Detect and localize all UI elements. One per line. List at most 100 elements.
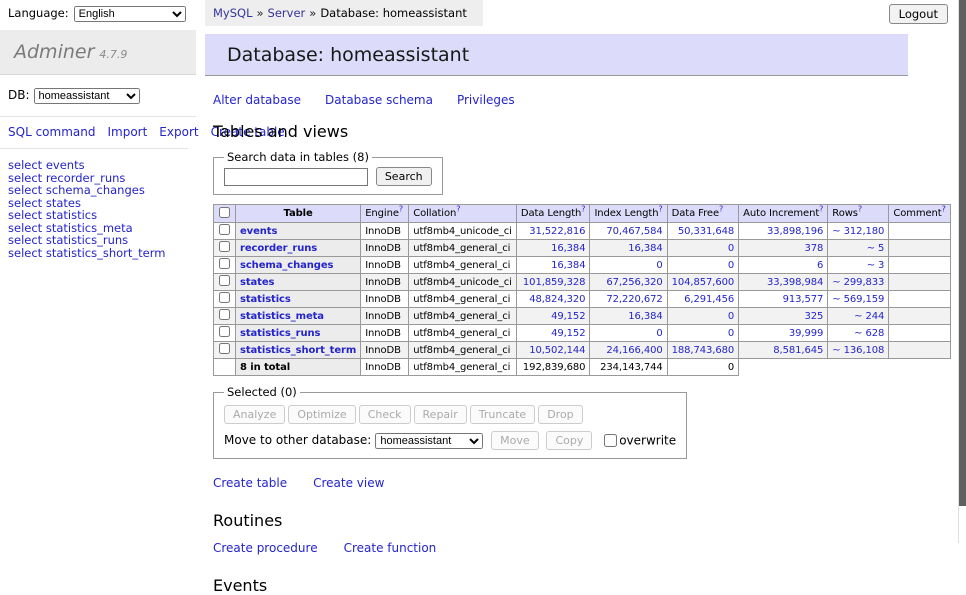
index-length-link[interactable]: 16,384 bbox=[628, 311, 662, 322]
data-length-link[interactable]: 10,502,144 bbox=[529, 345, 585, 356]
move-database-select[interactable]: homeassistant bbox=[375, 433, 483, 449]
create-view-link[interactable]: Create view bbox=[313, 476, 384, 490]
rows-link[interactable]: ~ 136,108 bbox=[832, 345, 884, 356]
import-link[interactable]: Import bbox=[107, 125, 147, 139]
row-checkbox[interactable] bbox=[219, 292, 230, 303]
help-icon[interactable]: ? bbox=[819, 205, 823, 214]
bulk-action-button[interactable]: Repair bbox=[414, 405, 467, 424]
table-name-link[interactable]: schema_changes bbox=[240, 260, 333, 271]
copy-button[interactable]: Copy bbox=[546, 431, 592, 450]
rows-link[interactable]: ~ 312,180 bbox=[832, 226, 884, 237]
auto-increment-link[interactable]: 33,898,196 bbox=[767, 226, 823, 237]
help-icon[interactable]: ? bbox=[719, 205, 723, 214]
auto-increment-link[interactable]: 325 bbox=[805, 311, 824, 322]
rows-link[interactable]: ~ 5 bbox=[867, 243, 885, 254]
data-free-link[interactable]: 0 bbox=[728, 328, 734, 339]
search-input[interactable] bbox=[224, 168, 368, 186]
bulk-action-button[interactable]: Drop bbox=[538, 405, 582, 424]
bulk-action-button[interactable]: Check bbox=[359, 405, 411, 424]
help-icon[interactable]: ? bbox=[858, 205, 862, 214]
data-length-link[interactable]: 16,384 bbox=[551, 243, 585, 254]
row-checkbox[interactable] bbox=[219, 241, 230, 252]
data-free-link[interactable]: 0 bbox=[728, 260, 734, 271]
auto-increment-link[interactable]: 8,581,645 bbox=[773, 345, 823, 356]
bulk-action-button[interactable]: Optimize bbox=[288, 405, 355, 424]
row-checkbox[interactable] bbox=[219, 326, 230, 337]
help-icon[interactable]: ? bbox=[456, 205, 460, 214]
row-checkbox[interactable] bbox=[219, 343, 230, 354]
language-select[interactable]: English bbox=[74, 6, 186, 22]
auto-increment-link[interactable]: 913,577 bbox=[783, 294, 824, 305]
create-function-link[interactable]: Create function bbox=[344, 541, 437, 555]
rows-link[interactable]: ~ 244 bbox=[854, 311, 884, 322]
row-checkbox[interactable] bbox=[219, 224, 230, 235]
table-name-link[interactable]: events bbox=[240, 226, 277, 237]
data-length-link[interactable]: 48,824,320 bbox=[529, 294, 585, 305]
data-length-link[interactable]: 31,522,816 bbox=[529, 226, 585, 237]
db-select[interactable]: homeassistant bbox=[34, 88, 140, 104]
rows-link[interactable]: ~ 569,159 bbox=[832, 294, 884, 305]
engine-cell: InnoDB bbox=[361, 223, 409, 240]
breadcrumb-server-link[interactable]: Server bbox=[268, 6, 306, 20]
index-length-link[interactable]: 16,384 bbox=[628, 243, 662, 254]
overwrite-checkbox[interactable] bbox=[604, 434, 617, 447]
data-free-link[interactable]: 0 bbox=[728, 243, 734, 254]
total-engine: InnoDB bbox=[361, 359, 409, 376]
data-length-link[interactable]: 101,859,328 bbox=[523, 277, 586, 288]
alter-database-link[interactable]: Alter database bbox=[213, 93, 301, 107]
table-name-link[interactable]: statistics bbox=[240, 294, 291, 305]
index-length-link[interactable]: 67,256,320 bbox=[606, 277, 662, 288]
logout-button[interactable]: Logout bbox=[889, 4, 948, 24]
data-free-link[interactable]: 104,857,600 bbox=[672, 277, 735, 288]
breadcrumb-mysql-link[interactable]: MySQL bbox=[213, 6, 253, 20]
help-icon[interactable]: ? bbox=[399, 205, 403, 214]
row-checkbox[interactable] bbox=[219, 275, 230, 286]
select-all-checkbox[interactable] bbox=[219, 207, 230, 218]
index-length-link[interactable]: 70,467,584 bbox=[606, 226, 662, 237]
database-schema-link[interactable]: Database schema bbox=[325, 93, 433, 107]
table-name-link[interactable]: statistics_short_term bbox=[240, 345, 356, 356]
table-name-link[interactable]: statistics_runs bbox=[240, 328, 320, 339]
index-length-link[interactable]: 72,220,672 bbox=[606, 294, 662, 305]
auto-increment-link[interactable]: 378 bbox=[805, 243, 824, 254]
engine-cell: InnoDB bbox=[361, 325, 409, 342]
table-name-link[interactable]: states bbox=[240, 277, 274, 288]
row-checkbox[interactable] bbox=[219, 258, 230, 269]
bulk-action-button[interactable]: Analyze bbox=[224, 405, 285, 424]
data-length-cell: 49,152 bbox=[516, 308, 590, 325]
auto-increment-link[interactable]: 6 bbox=[817, 260, 823, 271]
data-length-link[interactable]: 49,152 bbox=[551, 311, 585, 322]
app-version: 4.7.9 bbox=[99, 48, 127, 61]
move-button[interactable]: Move bbox=[491, 431, 539, 450]
create-table-link[interactable]: Create table bbox=[213, 476, 287, 490]
create-procedure-link[interactable]: Create procedure bbox=[213, 541, 318, 555]
data-free-link[interactable]: 50,331,648 bbox=[678, 226, 734, 237]
rows-link[interactable]: ~ 3 bbox=[867, 260, 885, 271]
table-row: recorder_runs InnoDB utf8mb4_general_ci … bbox=[214, 240, 951, 257]
bulk-action-button[interactable]: Truncate bbox=[470, 405, 535, 424]
sidebar-select-link[interactable]: select statistics_short_term bbox=[8, 246, 165, 260]
help-icon[interactable]: ? bbox=[581, 205, 585, 214]
search-button[interactable]: Search bbox=[376, 167, 432, 186]
help-icon[interactable]: ? bbox=[942, 205, 946, 214]
index-length-link[interactable]: 0 bbox=[656, 260, 662, 271]
auto-increment-link[interactable]: 39,999 bbox=[789, 328, 823, 339]
data-free-link[interactable]: 6,291,456 bbox=[684, 294, 734, 305]
data-length-link[interactable]: 49,152 bbox=[551, 328, 585, 339]
data-length-link[interactable]: 16,384 bbox=[551, 260, 585, 271]
index-length-link[interactable]: 24,166,400 bbox=[606, 345, 662, 356]
index-length-link[interactable]: 0 bbox=[656, 328, 662, 339]
export-link[interactable]: Export bbox=[159, 125, 198, 139]
privileges-link[interactable]: Privileges bbox=[457, 93, 515, 107]
table-name-link[interactable]: statistics_meta bbox=[240, 311, 324, 322]
rows-link[interactable]: ~ 628 bbox=[854, 328, 884, 339]
sql-command-link[interactable]: SQL command bbox=[8, 125, 95, 139]
rows-link[interactable]: ~ 299,833 bbox=[832, 277, 884, 288]
scrollbar-thumb[interactable] bbox=[959, 0, 966, 506]
data-free-link[interactable]: 0 bbox=[728, 311, 734, 322]
table-name-link[interactable]: recorder_runs bbox=[240, 243, 317, 254]
help-icon[interactable]: ? bbox=[658, 205, 662, 214]
auto-increment-link[interactable]: 33,398,984 bbox=[767, 277, 823, 288]
data-free-link[interactable]: 188,743,680 bbox=[672, 345, 735, 356]
row-checkbox[interactable] bbox=[219, 309, 230, 320]
